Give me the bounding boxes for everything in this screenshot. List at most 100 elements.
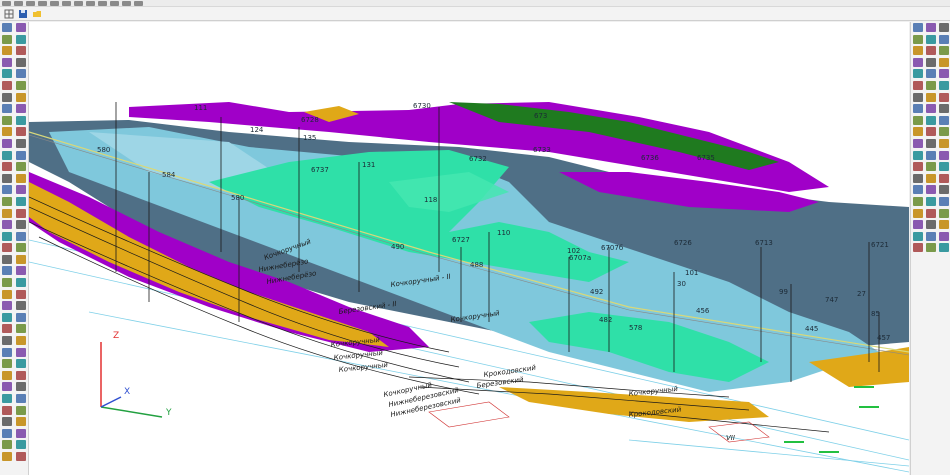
table-icon[interactable] [2, 289, 12, 299]
camera-icon[interactable] [939, 150, 949, 160]
rotate-icon[interactable] [939, 46, 949, 56]
copy-icon[interactable] [926, 80, 936, 90]
filter-icon[interactable] [2, 127, 12, 137]
link-icon[interactable] [939, 104, 949, 114]
pan-icon[interactable] [913, 69, 923, 79]
scissor-icon[interactable] [16, 196, 26, 206]
menu-item[interactable] [14, 0, 23, 6]
eye-icon[interactable] [939, 162, 949, 172]
cube-icon[interactable] [926, 127, 936, 137]
grid-icon[interactable] [2, 278, 12, 288]
cube-icon[interactable] [2, 347, 12, 357]
filter-icon[interactable] [939, 196, 949, 206]
move-icon[interactable] [913, 34, 923, 44]
star-icon[interactable] [2, 115, 12, 125]
tag-icon[interactable] [913, 208, 923, 218]
edit-icon[interactable] [16, 208, 26, 218]
line-icon[interactable] [16, 231, 26, 241]
cut-icon[interactable] [2, 405, 12, 415]
layer-icon[interactable] [926, 23, 936, 32]
view-icon[interactable] [939, 243, 949, 253]
plus-icon[interactable] [16, 312, 26, 322]
menu-item[interactable] [62, 0, 71, 6]
tag-icon[interactable] [939, 208, 949, 218]
close-icon[interactable] [2, 185, 12, 195]
text-icon[interactable] [16, 440, 26, 450]
cube-icon[interactable] [16, 359, 26, 369]
paste-icon[interactable] [913, 92, 923, 102]
chart-icon[interactable] [16, 301, 26, 311]
camera-icon[interactable] [913, 150, 923, 160]
circle-icon[interactable] [2, 266, 12, 276]
copy-icon[interactable] [16, 69, 26, 79]
link-icon[interactable] [16, 80, 26, 90]
zoom-icon[interactable] [939, 57, 949, 67]
ruler-icon[interactable] [2, 370, 12, 380]
zoom-icon[interactable] [2, 150, 12, 160]
paste-icon[interactable] [939, 92, 949, 102]
folder-icon[interactable] [31, 8, 42, 19]
star-icon[interactable] [16, 115, 26, 125]
chart-icon[interactable] [2, 301, 12, 311]
drop-icon[interactable] [16, 417, 26, 427]
layer-icon[interactable] [2, 336, 12, 346]
eye-icon[interactable] [926, 162, 936, 172]
drop-icon[interactable] [2, 417, 12, 427]
menu-item[interactable] [122, 0, 131, 6]
menu-item[interactable] [134, 0, 143, 6]
section-icon[interactable] [926, 231, 936, 241]
page-icon[interactable] [16, 34, 26, 44]
menu-item[interactable] [74, 0, 83, 6]
rotate-icon[interactable] [926, 46, 936, 56]
light-icon[interactable] [939, 138, 949, 148]
view-icon[interactable] [913, 243, 923, 253]
color-icon[interactable] [939, 185, 949, 195]
dot-icon[interactable] [16, 254, 26, 264]
measure-icon[interactable] [2, 394, 12, 403]
ruler-icon[interactable] [913, 220, 923, 230]
refresh-icon[interactable] [2, 92, 12, 102]
table-icon[interactable] [16, 289, 26, 299]
filter-icon[interactable] [913, 196, 923, 206]
chevron-icon[interactable] [2, 451, 12, 461]
rotate-icon[interactable] [16, 57, 26, 67]
copy-icon[interactable] [939, 80, 949, 90]
menu-item[interactable] [50, 0, 59, 6]
link-icon[interactable] [913, 104, 923, 114]
menu-item[interactable] [110, 0, 119, 6]
menu-item[interactable] [26, 0, 35, 6]
layer-icon[interactable] [16, 23, 26, 32]
menu-item[interactable] [86, 0, 95, 6]
zoom-icon[interactable] [926, 57, 936, 67]
menu-item[interactable] [98, 0, 107, 6]
menu-item[interactable] [2, 0, 11, 6]
menu-item[interactable] [38, 0, 47, 6]
color-icon[interactable] [913, 185, 923, 195]
pan-icon[interactable] [939, 69, 949, 79]
measure-icon[interactable] [16, 394, 26, 403]
cube-icon[interactable] [16, 347, 26, 357]
light-icon[interactable] [913, 138, 923, 148]
edit-icon[interactable] [2, 208, 12, 218]
save-icon[interactable] [17, 8, 28, 19]
sum-icon[interactable] [2, 382, 12, 392]
sum-icon[interactable] [16, 382, 26, 392]
geological-model-scene[interactable]: 111 124 6728 135 6730 6733 6736 6735 673… [29, 22, 909, 475]
text-icon[interactable] [2, 440, 12, 450]
page-icon[interactable] [2, 34, 12, 44]
close-icon[interactable] [16, 185, 26, 195]
pan-icon[interactable] [926, 69, 936, 79]
pen-icon[interactable] [2, 220, 12, 230]
cross-icon[interactable] [16, 173, 26, 183]
section-icon[interactable] [939, 231, 949, 241]
tag-icon[interactable] [926, 208, 936, 218]
move-icon[interactable] [939, 34, 949, 44]
grid-icon[interactable] [913, 115, 923, 125]
grid-icon[interactable] [16, 278, 26, 288]
rotate-icon[interactable] [2, 57, 12, 67]
lock-icon[interactable] [16, 162, 26, 172]
stack-icon[interactable] [16, 46, 26, 56]
cube-icon[interactable] [2, 359, 12, 369]
rotate-icon[interactable] [913, 46, 923, 56]
zoom-icon[interactable] [913, 57, 923, 67]
